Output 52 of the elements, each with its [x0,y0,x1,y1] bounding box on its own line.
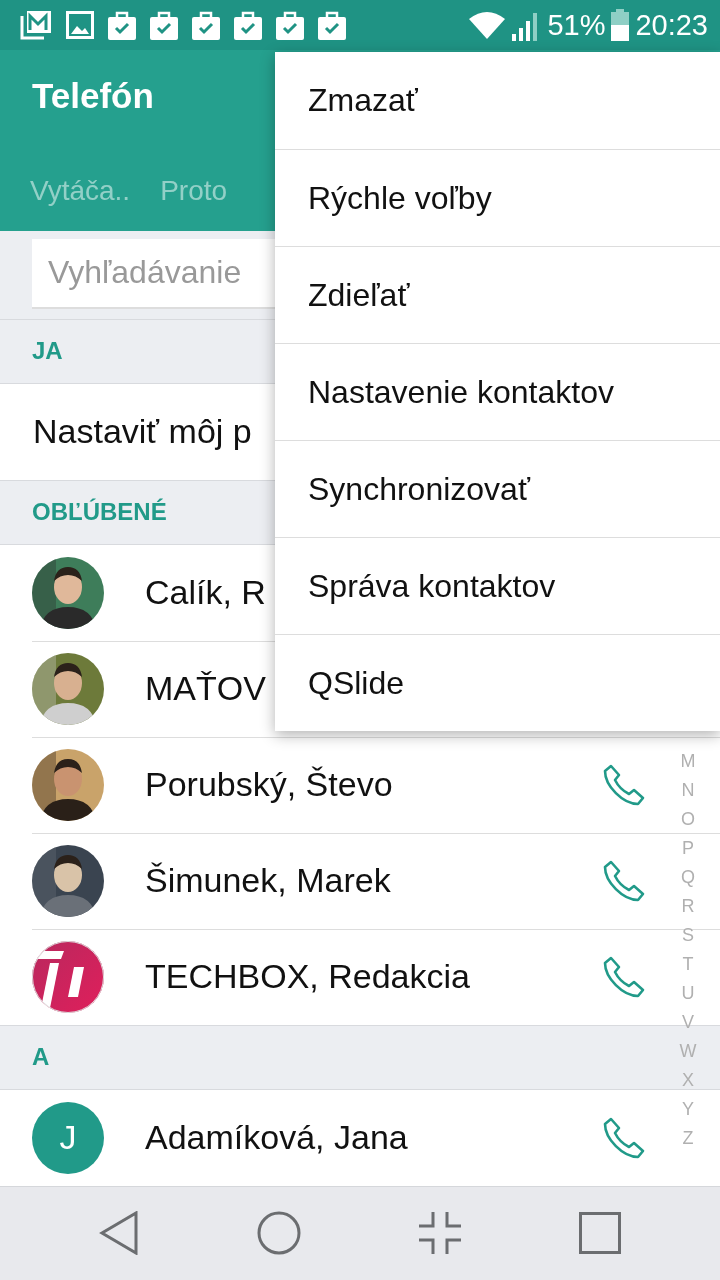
section-header: JA [32,337,63,366]
index-letter[interactable]: N [681,776,695,805]
battery-icon [611,9,630,41]
bag-check-icon [108,10,136,40]
back-icon[interactable] [99,1211,139,1256]
index-letter[interactable]: M [680,747,696,776]
bag-check-icon [234,10,262,40]
phone-icon[interactable] [602,954,646,999]
index-letter[interactable]: Q [681,863,695,892]
home-icon[interactable] [257,1211,301,1256]
index-letter[interactable]: S [682,921,694,950]
index-letter[interactable]: X [682,1066,694,1095]
menu-item[interactable]: Správa kontaktov [275,537,720,634]
contact-name[interactable]: Adamíková, Jana [145,1118,602,1158]
index-letter[interactable]: P [682,834,694,863]
index-letter[interactable]: U [681,979,695,1008]
tab[interactable]: Vytáča.. [30,172,161,214]
menu-item[interactable]: Zdieľať [275,246,720,343]
menu-item[interactable]: Zmazať [275,52,720,149]
contact-name[interactable]: Šimunek, Marek [145,861,602,901]
bag-check-icon [276,10,304,40]
wifi-icon [469,11,506,39]
phone-icon[interactable] [602,1115,646,1160]
mail-icon [20,10,52,40]
section-header: OBĽÚBENÉ [32,498,167,527]
app-title: Telefón [31,75,154,117]
index-letter[interactable]: V [682,1008,694,1037]
section-header: A [32,1043,50,1072]
menu-item[interactable]: Rýchle voľby [275,149,720,246]
tab[interactable]: Proto [160,172,258,214]
clock-time: 20:23 [635,8,708,42]
bag-check-icon [318,10,346,40]
contact-avatar: J [32,1101,104,1174]
index-letter[interactable]: T [682,950,694,979]
phone-icon[interactable] [602,858,646,903]
index-letter[interactable]: O [681,805,695,834]
bag-check-icon [150,10,178,40]
menu-item[interactable]: Synchronizovať [275,440,720,537]
menu-item[interactable]: Nastavenie kontaktov [275,343,720,440]
contact-name[interactable]: TECHBOX, Redakcia [145,957,602,997]
index-letter[interactable]: R [681,892,695,921]
phone-icon[interactable] [602,762,646,807]
contact-name[interactable]: Porubský, Števo [145,765,602,805]
recents-icon[interactable] [579,1212,621,1255]
index-letter[interactable]: Z [682,1124,694,1153]
battery-percent: 51% [547,8,606,42]
index-letter[interactable]: Y [682,1095,694,1124]
image-icon [66,11,94,39]
index-letter[interactable]: W [679,1037,697,1066]
menu-item[interactable]: QSlide [275,634,720,731]
minimize-icon[interactable] [419,1212,461,1255]
bag-check-icon [192,10,220,40]
